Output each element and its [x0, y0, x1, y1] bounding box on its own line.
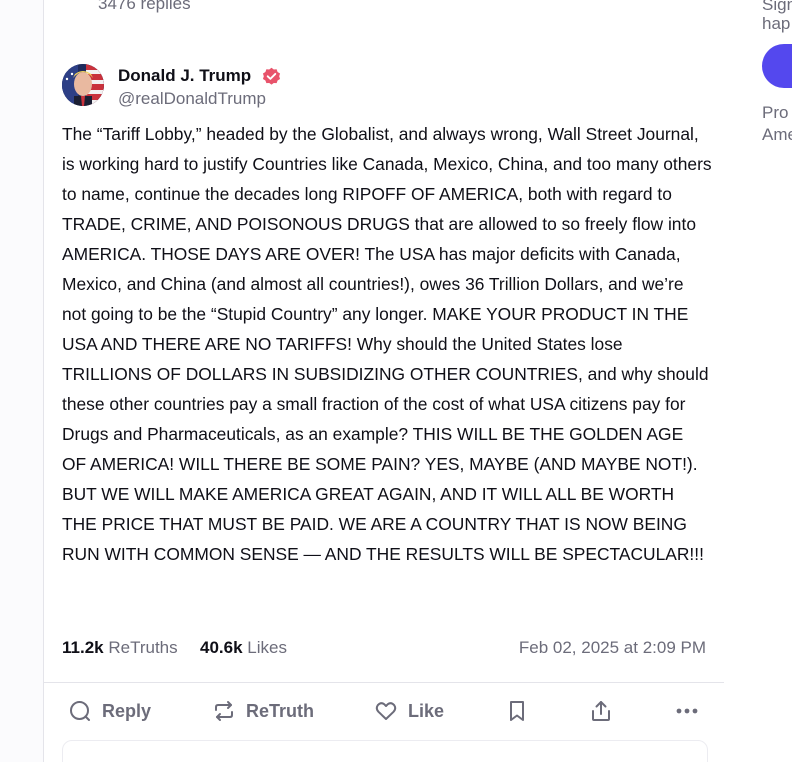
post-stats: 11.2k ReTruths 40.6k Likes Feb 02, 2025 … [62, 638, 706, 664]
post-body: The “Tariff Lobby,” headed by the Global… [62, 124, 712, 564]
retruths-label: ReTruths [108, 638, 178, 657]
right-sidebar: Sign hap Pro Ame [725, 0, 792, 762]
post-timestamp[interactable]: Feb 02, 2025 at 2:09 PM [519, 638, 706, 658]
retruth-label: ReTruth [246, 700, 315, 721]
retruths-count: 11.2k [62, 638, 104, 657]
next-post-card[interactable] [62, 740, 708, 762]
share-icon [592, 701, 610, 721]
reply-label: Reply [102, 700, 152, 721]
share-button[interactable] [590, 697, 612, 725]
author-display-name[interactable]: Donald J. Trump [118, 66, 251, 86]
like-button[interactable]: Like [374, 697, 444, 725]
retruth-button[interactable]: ReTruth [212, 697, 314, 725]
sidebar-text-4: Ame [762, 125, 792, 144]
reply-icon [70, 701, 90, 721]
author-avatar[interactable] [62, 64, 104, 106]
more-icon [676, 708, 698, 714]
bookmark-icon [510, 701, 524, 721]
more-options-button[interactable] [674, 697, 700, 725]
likes-label: Likes [247, 638, 287, 657]
author-handle[interactable]: @realDonaldTrump [118, 89, 266, 109]
likes-stat[interactable]: 40.6k Likes [200, 638, 287, 658]
like-icon [375, 702, 397, 720]
sidebar-text-3: Pro [762, 103, 789, 122]
verified-badge-icon [262, 67, 281, 85]
sidebar-signup-button[interactable] [762, 44, 792, 88]
like-label: Like [408, 700, 445, 721]
avatar-flag-icon [62, 64, 104, 106]
retruth-icon [215, 701, 233, 721]
likes-count: 40.6k [200, 638, 243, 657]
replies-count[interactable]: 3476 replies [98, 0, 191, 14]
post-action-bar: Reply ReTruth Like [44, 682, 724, 741]
reply-button[interactable]: Reply [68, 697, 151, 725]
sidebar-text-2: hap [762, 14, 791, 33]
page: 3476 replies Donald J. Trump @realDonald… [0, 0, 792, 762]
post: Donald J. Trump @realDonaldTrump The “Ta… [44, 48, 724, 682]
bookmark-button[interactable] [506, 697, 528, 725]
retruths-stat[interactable]: 11.2k ReTruths [62, 638, 178, 658]
